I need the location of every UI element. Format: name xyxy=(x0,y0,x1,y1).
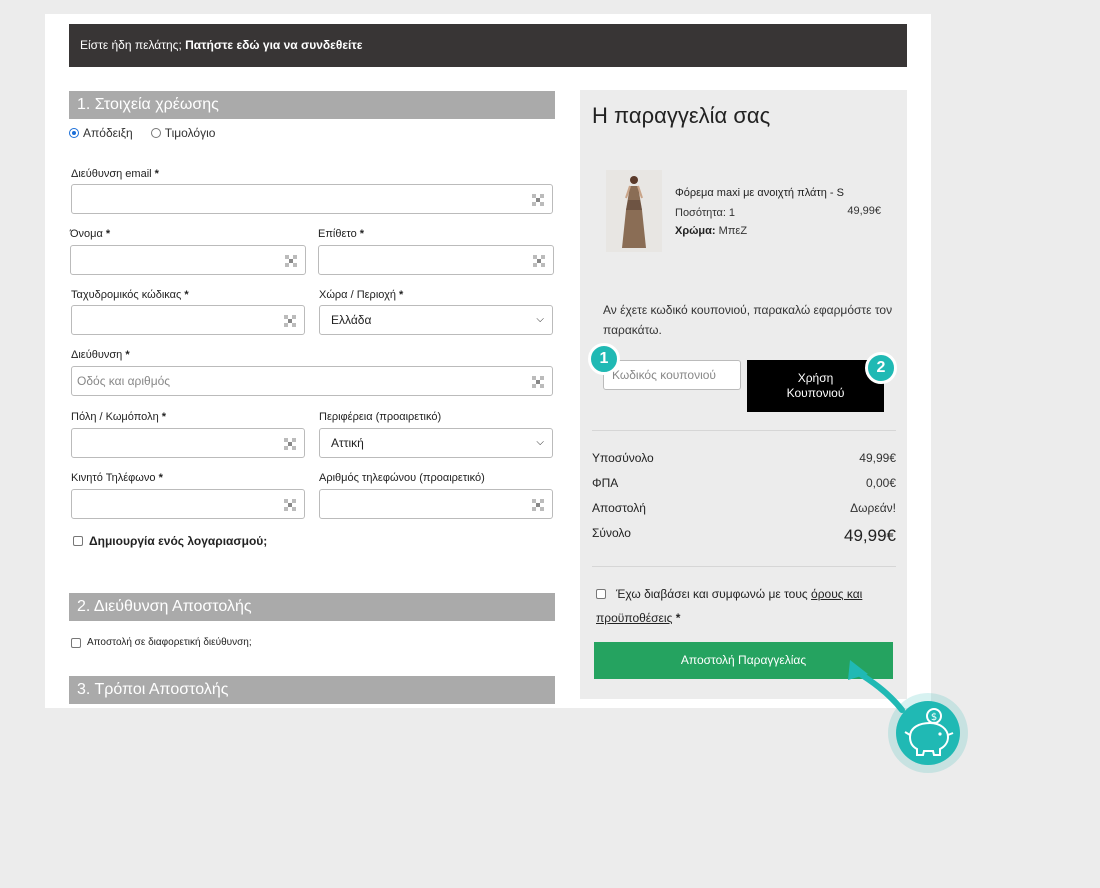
region-select[interactable]: Αττική ⌵ xyxy=(319,428,553,458)
product-price: 49,99€ xyxy=(847,205,881,217)
different-address-row: Αποστολή σε διαφορετική διεύθυνση; xyxy=(71,637,252,648)
phone-label: Αριθμός τηλεφώνου (προαιρετικό) xyxy=(319,472,485,484)
email-field[interactable] xyxy=(71,184,553,214)
checkout-page: Είστε ήδη πελάτης; Πατήστε εδώ για να συ… xyxy=(45,14,931,708)
annotation-badge-1: 1 xyxy=(588,343,620,375)
coupon-note: Αν έχετε κωδικό κουπονιού, παρακαλώ εφαρ… xyxy=(603,303,893,337)
terms-checkbox[interactable] xyxy=(596,589,606,599)
region-label: Περιφέρεια (προαιρετικό) xyxy=(319,411,442,423)
country-value: Ελλάδα xyxy=(331,313,372,327)
returning-customer-text: Είστε ήδη πελάτης; xyxy=(80,38,182,52)
product-name: Φόρεμα maxi με ανοιχτή πλάτη - S xyxy=(675,187,844,199)
autofill-key-icon xyxy=(532,194,544,206)
autofill-key-icon xyxy=(532,499,544,511)
postcode-field[interactable] xyxy=(71,305,305,335)
total-row: Σύνολο 49,99€ xyxy=(592,526,896,545)
address-label: Διεύθυνση * xyxy=(71,349,130,361)
terms-row: Έχω διαβάσει και συμφωνώ με τους όρους κ… xyxy=(596,587,863,625)
product-thumbnail[interactable] xyxy=(606,170,662,252)
first-name-field[interactable] xyxy=(70,245,306,275)
phone-field[interactable] xyxy=(319,489,553,519)
product-color: Χρώμα: ΜπεΖ xyxy=(675,225,748,237)
document-type-group: Απόδειξη Τιμολόγιο xyxy=(69,126,215,140)
receipt-label: Απόδειξη xyxy=(83,126,133,140)
different-address-checkbox[interactable] xyxy=(71,637,81,648)
piggy-bank-widget[interactable]: $ xyxy=(888,693,968,773)
svg-text:$: $ xyxy=(931,712,937,723)
invoice-radio[interactable] xyxy=(150,128,161,138)
first-name-label: Όνομα * xyxy=(70,228,111,240)
create-account-checkbox[interactable] xyxy=(73,536,83,546)
coupon-input[interactable]: Κωδικός κουπονιού xyxy=(603,360,741,390)
country-select[interactable]: Ελλάδα ⌵ xyxy=(319,305,553,335)
billing-section-title: 1. Στοιχεία χρέωσης xyxy=(69,91,555,119)
autofill-key-icon xyxy=(285,255,297,267)
login-link[interactable]: Πατήστε εδώ για να συνδεθείτε xyxy=(185,38,362,52)
divider xyxy=(592,430,896,431)
postcode-label: Ταχυδρομικός κώδικας * xyxy=(71,289,189,301)
annotation-badge-2: 2 xyxy=(865,352,897,384)
shipping-address-section-title: 2. Διεύθυνση Αποστολής xyxy=(69,593,555,621)
apply-coupon-button[interactable]: Χρήση Κουπονιού xyxy=(747,360,884,412)
city-field[interactable] xyxy=(71,428,305,458)
chevron-down-icon: ⌵ xyxy=(536,314,544,325)
autofill-key-icon xyxy=(532,376,544,388)
country-label: Χώρα / Περιοχή * xyxy=(319,289,404,301)
shipping-row: Αποστολή Δωρεάν! xyxy=(592,501,896,515)
terms-text: Έχω διαβάσει και συμφωνώ με τους xyxy=(616,587,808,601)
autofill-key-icon xyxy=(284,438,296,450)
mobile-field[interactable] xyxy=(71,489,305,519)
autofill-key-icon xyxy=(284,499,296,511)
create-account-row: Δημιουργία ενός λογαριασμού; xyxy=(73,534,267,548)
order-summary: Η παραγγελία σας Φόρεμα maxi με ανοιχτή … xyxy=(580,90,907,699)
city-label: Πόλη / Κωμόπολη * xyxy=(71,411,167,423)
order-title: Η παραγγελία σας xyxy=(592,103,771,128)
mobile-label: Κινητό Τηλέφωνο * xyxy=(71,472,163,484)
address-field[interactable]: Οδός και αριθμός xyxy=(71,366,553,396)
different-address-label: Αποστολή σε διαφορετική διεύθυνση; xyxy=(87,637,252,648)
product-quantity: Ποσότητα: 1 xyxy=(675,207,736,219)
create-account-label: Δημιουργία ενός λογαριασμού; xyxy=(89,534,268,548)
last-name-field[interactable] xyxy=(318,245,554,275)
autofill-key-icon xyxy=(284,315,296,327)
returning-customer-bar: Είστε ήδη πελάτης; Πατήστε εδώ για να συ… xyxy=(69,24,907,67)
invoice-label: Τιμολόγιο xyxy=(164,126,216,140)
vat-row: ΦΠΑ 0,00€ xyxy=(592,476,896,490)
receipt-radio[interactable] xyxy=(69,128,79,138)
subtotal-row: Υποσύνολο 49,99€ xyxy=(592,451,896,465)
last-name-label: Επίθετο * xyxy=(318,228,365,240)
email-label: Διεύθυνση email * xyxy=(71,168,159,180)
shipping-methods-section-title: 3. Τρόποι Αποστολής xyxy=(69,676,555,704)
divider xyxy=(592,566,896,567)
piggy-bank-icon: $ xyxy=(904,708,954,756)
chevron-down-icon: ⌵ xyxy=(536,437,544,448)
autofill-key-icon xyxy=(533,255,545,267)
region-value: Αττική xyxy=(331,436,364,450)
address-placeholder: Οδός και αριθμός xyxy=(77,374,171,388)
